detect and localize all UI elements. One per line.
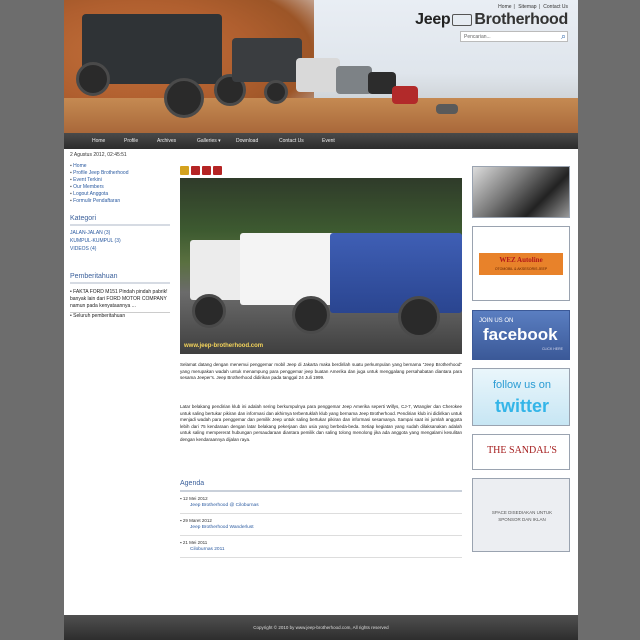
footer-copyright: Copyright © 2010 by www.jeep-brotherhood… xyxy=(253,625,389,630)
agenda-item: 29 Maret 2012 Jeep Brotherhood Wanderlus… xyxy=(180,514,462,536)
facebook-join-text: JOIN US ON xyxy=(479,318,514,324)
sponsor-space[interactable]: SPACE DISEDIAKAN UNTUK SPONSOR DAN IKLAN xyxy=(472,478,570,552)
jeep-grille-icon xyxy=(452,13,473,26)
sidebar-link-home[interactable]: Home xyxy=(70,163,170,170)
jeep-red xyxy=(392,86,418,104)
ad-the-sandals[interactable]: THE SANDAL'S xyxy=(472,434,570,470)
category-kumpul-kumpul[interactable]: KUMPUL-KUMPUL (3) xyxy=(70,237,170,245)
agenda-item: 12 Mei 2012 Jeep Brotherhood @ Ciloburna… xyxy=(180,492,462,514)
slide-button-1[interactable] xyxy=(180,166,189,175)
slide-button-3[interactable] xyxy=(202,166,211,175)
sponsor-text: SPACE DISEDIAKAN UNTUK SPONSOR DAN IKLAN xyxy=(491,510,553,522)
agenda-link[interactable]: Jeep Brotherhood Wanderlust xyxy=(180,524,462,532)
current-date: 2 Agustus 2012, 02:45:51 xyxy=(70,152,127,158)
sidebar-link-profile[interactable]: Profile Jeep Brotherhood xyxy=(70,170,170,177)
top-links: Home | Sitemap | Contact Us xyxy=(498,4,568,10)
announcement-text[interactable]: • FAKTA FORD M151 Pindah pindah pabrik! … xyxy=(70,289,170,310)
top-link-home[interactable]: Home xyxy=(498,4,511,10)
nav-download[interactable]: Download xyxy=(236,133,258,149)
top-link-sitemap[interactable]: Sitemap xyxy=(518,4,536,10)
category-jalan-jalan[interactable]: JALAN-JALAN (3) xyxy=(70,229,170,237)
agenda-date: 21 Mei 2011 xyxy=(180,539,462,546)
ad-photo[interactable] xyxy=(472,166,570,218)
agenda-link[interactable]: Ciloburnas 2011 xyxy=(180,546,462,554)
nav-contact[interactable]: Contact Us xyxy=(279,133,304,149)
twitter-logo-text: twitter xyxy=(495,396,549,416)
wheel xyxy=(76,62,110,96)
agenda-link[interactable]: Jeep Brotherhood @ Ciloburnas xyxy=(180,502,462,510)
jeep-far xyxy=(436,104,458,114)
logo-text-jeep: Jeep xyxy=(415,11,451,28)
header-banner: Home | Sitemap | Contact Us Jeep Brotherhoo… xyxy=(64,0,578,133)
category-heading: Kategori xyxy=(70,215,170,226)
wheel xyxy=(164,78,204,118)
agenda-section: Agenda 12 Mei 2012 Jeep Brotherhood @ Ci… xyxy=(180,478,462,558)
page: Home | Sitemap | Contact Us Jeep Brotherhoo… xyxy=(64,0,578,640)
sidebar-link-event[interactable]: Event Terkini xyxy=(70,177,170,184)
wheel xyxy=(292,296,330,334)
featured-photo: www.jeep-brotherhood.com xyxy=(180,178,462,354)
wheel xyxy=(398,296,440,338)
slide-button-2[interactable] xyxy=(191,166,200,175)
twitter-banner[interactable]: follow us on twitter xyxy=(472,368,570,426)
site-logo[interactable]: Jeep Brotherhood xyxy=(415,11,568,29)
facebook-logo-text: facebook xyxy=(483,325,558,344)
top-link-contact[interactable]: Contact Us xyxy=(543,4,568,10)
agenda-date: 29 Maret 2012 xyxy=(180,517,462,524)
nav-profile[interactable]: Profile xyxy=(124,133,138,149)
jeep-grey xyxy=(336,66,372,94)
twitter-follow-text: follow us on xyxy=(492,379,552,391)
wez-title: WEZ Autoline xyxy=(499,256,543,264)
ground xyxy=(64,98,578,133)
sidebar-links: Home Profile Jeep Brotherhood Event Terk… xyxy=(70,163,170,205)
agenda-item: 21 Mei 2011 Ciloburnas 2011 xyxy=(180,536,462,558)
logo-text-brotherhood: Brotherhood xyxy=(474,11,568,28)
sandals-logo-text: THE SANDAL'S xyxy=(487,445,557,456)
category-list: JALAN-JALAN (3) KUMPUL-KUMPUL (3) VIDEOS… xyxy=(70,229,170,253)
jeep-blue xyxy=(330,233,462,313)
facebook-click-text: CLICK HERE xyxy=(541,347,563,351)
nav-event[interactable]: Event xyxy=(322,133,335,149)
search-input[interactable]: Pencarian... xyxy=(460,31,568,42)
sidebar-link-members[interactable]: Our Members xyxy=(70,184,170,191)
jeep-dark xyxy=(232,38,302,82)
agenda-date: 12 Mei 2012 xyxy=(180,495,462,502)
jeep-white xyxy=(296,58,340,92)
sidebar-link-form[interactable]: Formulir Pendaftaran xyxy=(70,198,170,205)
footer: Copyright © 2010 by www.jeep-brotherhood… xyxy=(64,615,578,640)
search-icon[interactable]: ⌕ xyxy=(561,32,566,41)
intro-paragraph: Selamat datang dengan menemui penggemar … xyxy=(180,362,462,380)
nav-archives[interactable]: Archives xyxy=(157,133,176,149)
wheel xyxy=(264,80,288,104)
left-sidebar: 2 Agustus 2012, 02:45:51 Home Profile Je… xyxy=(70,152,170,320)
announcement-more-link[interactable]: • Seluruh pemberitahuan xyxy=(70,312,170,320)
history-paragraph: Latar belakang pendirian klub ini adalah… xyxy=(180,404,462,442)
sidebar-link-logout[interactable]: Logout Anggota xyxy=(70,191,170,198)
main-nav: Home Profile Archives Galleries ▾ Downlo… xyxy=(64,133,578,149)
category-videos[interactable]: VIDEOS (4) xyxy=(70,245,170,253)
facebook-banner[interactable]: JOIN US ON facebook CLICK HERE xyxy=(472,310,570,360)
wheel xyxy=(192,294,226,328)
announcement-heading: Pemberitahuan xyxy=(70,273,170,284)
ad-wez-autoline[interactable]: WEZ Autoline OTOMOBIL & AKSESORIS JEEP xyxy=(472,226,570,301)
agenda-heading: Agenda xyxy=(180,478,462,492)
photo-caption: www.jeep-brotherhood.com xyxy=(184,343,264,349)
nav-galleries[interactable]: Galleries ▾ xyxy=(197,133,221,149)
nav-home[interactable]: Home xyxy=(92,133,105,149)
wez-subtitle: OTOMOBIL & AKSESORIS JEEP xyxy=(494,267,548,271)
slide-button-4[interactable] xyxy=(213,166,222,175)
